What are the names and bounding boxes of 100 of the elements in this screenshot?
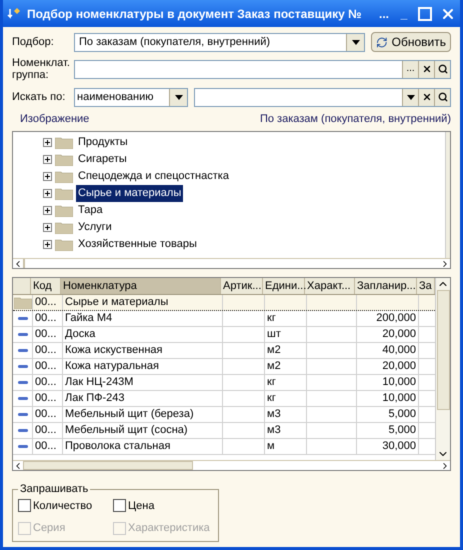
table-cell: 20,000 xyxy=(382,360,416,372)
horizontal-scrollbar[interactable] xyxy=(13,258,450,268)
table-row[interactable]: 00... Гайка М4 кг 200,000 xyxy=(13,311,435,327)
caret-icon xyxy=(406,94,414,100)
search-icon xyxy=(438,64,448,74)
column-header[interactable]: Запланир... xyxy=(355,278,417,294)
expand-icon[interactable] xyxy=(43,240,52,249)
dropdown-button[interactable] xyxy=(169,88,187,106)
table-cell: Кожа натуральная xyxy=(63,359,223,374)
item-icon xyxy=(18,445,28,448)
tree-item[interactable]: Хозяйственные товары xyxy=(76,236,199,253)
expand-icon[interactable] xyxy=(43,206,52,215)
table-cell: Доска xyxy=(63,327,223,342)
selection-label: Подбор: xyxy=(12,34,55,50)
expand-icon[interactable] xyxy=(43,172,52,181)
item-icon xyxy=(18,365,28,368)
table-cell: 40,000 xyxy=(382,344,416,356)
folder-icon xyxy=(55,136,73,148)
table-cell: 00... xyxy=(33,343,63,358)
table-cell: м2 xyxy=(267,344,281,356)
horizontal-scrollbar[interactable] xyxy=(13,460,450,470)
vertical-scrollbar[interactable] xyxy=(445,132,450,258)
column-header[interactable]: Характ... xyxy=(305,278,355,294)
table-row[interactable]: 00... Кожа натуральная м2 20,000 xyxy=(13,359,435,375)
folder-icon xyxy=(55,238,73,250)
maximize-icon[interactable] xyxy=(418,6,432,20)
table-cell: 00... xyxy=(33,327,63,342)
table-row[interactable]: 00... Сырье и материалы xyxy=(13,295,435,311)
vertical-scrollbar[interactable] xyxy=(435,278,450,460)
folder-icon xyxy=(55,188,73,200)
tree-item[interactable]: Спецодежда и спецостнастка xyxy=(76,168,231,185)
table-cell: 00... xyxy=(33,295,63,310)
table-cell: 00... xyxy=(33,375,63,390)
group-title: Запрашивать xyxy=(19,482,90,497)
column-header[interactable]: Номенклатура xyxy=(61,278,221,294)
tree-item[interactable]: Тара xyxy=(76,202,105,219)
clear-button[interactable] xyxy=(418,60,434,78)
dropdown-button[interactable] xyxy=(346,34,364,50)
item-icon xyxy=(18,381,28,384)
app-icon xyxy=(7,6,23,22)
table-cell: шт xyxy=(267,328,281,340)
tree-item[interactable]: Сырье и материалы xyxy=(76,185,184,202)
expand-icon[interactable] xyxy=(43,138,52,147)
window-title: Подбор номенклатуры в документ Заказ поставщику № xyxy=(27,6,362,22)
dropdown-button[interactable] xyxy=(402,88,418,106)
select-button[interactable]: ... xyxy=(402,60,418,78)
close-icon xyxy=(422,64,432,74)
table-cell: кг xyxy=(267,392,276,404)
table-cell: Гайка М4 xyxy=(63,311,223,326)
scrollbar-thumb[interactable] xyxy=(436,290,450,410)
table-cell: 5,000 xyxy=(388,424,416,436)
checkbox[interactable] xyxy=(113,499,126,512)
mode-caption: По заказам (покупателя, внутренний) xyxy=(260,112,451,127)
table-row[interactable]: 00... Мебельный щит (береза) м3 5,000 xyxy=(13,407,435,423)
table-row[interactable]: 00... Лак ПФ-243 кг 10,000 xyxy=(13,391,435,407)
item-icon xyxy=(18,317,28,320)
group-label: Номенклат. группа: xyxy=(12,57,68,81)
column-header[interactable]: Артик... xyxy=(221,278,263,294)
expand-icon[interactable] xyxy=(43,223,52,232)
table-cell: 00... xyxy=(33,439,63,454)
tree-item[interactable]: Сигареты xyxy=(76,151,129,168)
tree-item[interactable]: Продукты xyxy=(76,134,130,151)
table-cell: Лак НЦ-243М xyxy=(63,375,223,390)
checkbox-label: Серия xyxy=(33,521,66,536)
table-row[interactable]: 00... Доска шт 20,000 xyxy=(13,327,435,343)
table-cell: 10,000 xyxy=(382,376,416,388)
table-cell: 200,000 xyxy=(376,312,416,324)
search-button[interactable] xyxy=(434,60,450,78)
table-cell: Проволока стальная xyxy=(63,439,223,454)
folder-icon xyxy=(55,204,73,216)
table-cell: 00... xyxy=(33,391,63,406)
table-row[interactable]: 00... Мебельный щит (сосна) м3 5,000 xyxy=(13,423,435,439)
column-header[interactable]: Едини... xyxy=(263,278,305,294)
group-field[interactable]: ... xyxy=(74,60,451,78)
expand-icon[interactable] xyxy=(43,155,52,164)
search-by-dropdown[interactable]: наименованию xyxy=(74,88,188,106)
table-cell: 5,000 xyxy=(388,408,416,420)
search-button[interactable] xyxy=(434,88,450,106)
table-row[interactable]: 00... Кожа искуственная м2 40,000 xyxy=(13,343,435,359)
tree-item[interactable]: Услуги xyxy=(76,219,114,236)
minimize-button[interactable]: _ xyxy=(394,4,414,22)
refresh-button[interactable]: Обновить xyxy=(371,32,451,52)
close-icon xyxy=(422,92,432,102)
table-cell: м3 xyxy=(267,408,281,420)
table-cell: 10,000 xyxy=(382,392,416,404)
scrollbar-thumb[interactable] xyxy=(23,461,193,470)
clear-button[interactable] xyxy=(418,88,434,106)
selection-dropdown[interactable]: По заказам (покупателя, внутренний) xyxy=(74,32,365,52)
scrollbar-thumb[interactable] xyxy=(23,259,25,268)
table-row[interactable]: 00... Лак НЦ-243М кг 10,000 xyxy=(13,375,435,391)
table-cell: кг xyxy=(267,312,276,324)
expand-icon[interactable] xyxy=(43,189,52,198)
folder-icon xyxy=(55,170,73,182)
table-row[interactable]: 00... Проволока стальная м 30,000 xyxy=(13,439,435,455)
item-icon xyxy=(18,333,28,336)
more-button[interactable]: ... xyxy=(374,4,394,22)
checkbox[interactable] xyxy=(18,499,31,512)
table-cell: 30,000 xyxy=(382,440,416,452)
folder-icon xyxy=(55,222,73,234)
search-field[interactable] xyxy=(194,88,451,106)
